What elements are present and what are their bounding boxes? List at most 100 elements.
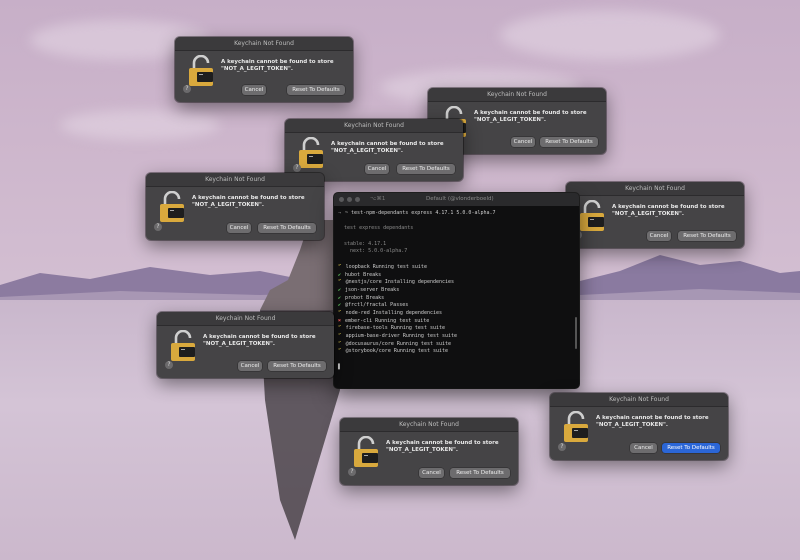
keychain-dialog: Keychain Not Found A keychain cannot be … <box>566 182 744 248</box>
dialog-title: Keychain Not Found <box>428 88 606 102</box>
cancel-button[interactable]: Cancel <box>419 468 444 478</box>
lock-icon <box>580 200 604 231</box>
dialog-message-line2: "NOT_A_LEGIT_TOKEN". <box>203 341 275 347</box>
terminal-window[interactable]: ⌥⌘1 Default (@vlonderboeld) → ~ test-npm-… <box>334 193 579 388</box>
terminal-line: ⠋ @nestjs/core Installing dependencies <box>338 279 573 287</box>
help-button[interactable]: ? <box>558 443 566 451</box>
help-button[interactable]: ? <box>293 164 301 172</box>
terminal-line-text: node-red Installing dependencies <box>345 309 442 316</box>
dialog-title: Keychain Not Found <box>157 312 334 326</box>
keychain-dialog: Keychain Not Found A keychain cannot be … <box>146 173 324 240</box>
terminal-line: → ~ test-npm-dependants express 4.17.1 5.… <box>338 210 573 218</box>
lock-icon <box>160 191 184 222</box>
reset-to-defaults-button[interactable]: Reset To Defaults <box>662 443 720 453</box>
dialog-message: A keychain cannot be found to store "NOT… <box>474 110 587 124</box>
dialog-title: Keychain Not Found <box>550 393 728 407</box>
dialog-message: A keychain cannot be found to store "NOT… <box>192 195 305 209</box>
dialog-message-line1: A keychain cannot be found to store <box>331 141 444 147</box>
cancel-button[interactable]: Cancel <box>242 85 266 95</box>
dialog-title: Keychain Not Found <box>566 182 744 196</box>
terminal-line-text: @nestjs/core Installing dependencies <box>345 279 455 286</box>
dialog-message: A keychain cannot be found to store "NOT… <box>596 415 709 429</box>
terminal-scrollbar[interactable] <box>575 317 577 349</box>
cancel-button[interactable]: Cancel <box>365 164 389 174</box>
terminal-line-status-icon: → <box>338 210 342 216</box>
terminal-line-text: ~ test-npm-dependants express 4.17.1 5.0… <box>345 210 496 216</box>
terminal-line-text: ember-cli Running test suite <box>345 317 430 324</box>
dialog-message: A keychain cannot be found to store "NOT… <box>386 440 499 454</box>
terminal-titlebar[interactable]: ⌥⌘1 Default (@vlonderboeld) <box>334 193 579 206</box>
terminal-title: Default (@vlonderboeld) <box>426 196 494 202</box>
terminal-line-status-icon: ✖ <box>338 317 342 324</box>
terminal-tab-shortcut[interactable]: ⌥⌘1 <box>370 193 385 206</box>
terminal-line-text: json-server Breaks <box>345 286 400 293</box>
help-button[interactable]: ? <box>154 223 162 231</box>
reset-to-defaults-button[interactable]: Reset To Defaults <box>397 164 455 174</box>
cancel-button[interactable]: Cancel <box>647 231 671 241</box>
dialog-message-line1: A keychain cannot be found to store <box>221 59 334 65</box>
lock-icon <box>189 55 213 86</box>
terminal-line-text: hubot Breaks <box>345 271 382 278</box>
terminal-line: ⠋ loopback Running test suite <box>338 264 573 272</box>
cancel-button[interactable]: Cancel <box>227 223 251 233</box>
terminal-line: ✔ @frctl/fractal Passes <box>338 302 573 310</box>
terminal-line-text: @storybook/core Running test suite <box>345 348 449 355</box>
dialog-message-line2: "NOT_A_LEGIT_TOKEN". <box>596 422 668 428</box>
terminal-line-status-icon: ✔ <box>338 271 342 278</box>
dialog-title: Keychain Not Found <box>146 173 324 187</box>
reset-to-defaults-button[interactable]: Reset To Defaults <box>450 468 510 478</box>
zoom-window-icon[interactable] <box>355 197 360 202</box>
wallpaper-cloud <box>60 110 220 140</box>
cancel-button[interactable]: Cancel <box>511 137 535 147</box>
terminal-line: ⠋ @storybook/core Running test suite <box>338 348 573 356</box>
lock-icon <box>564 411 588 442</box>
terminal-line-text: @frctl/fractal Passes <box>345 302 409 309</box>
keychain-dialog: Keychain Not Found A keychain cannot be … <box>285 119 463 181</box>
terminal-line: test express dependants <box>338 225 573 233</box>
dialog-message: A keychain cannot be found to store "NOT… <box>203 334 316 348</box>
dialog-message-line2: "NOT_A_LEGIT_TOKEN". <box>221 66 293 72</box>
dialog-message-line1: A keychain cannot be found to store <box>612 204 725 210</box>
help-button[interactable]: ? <box>348 468 356 476</box>
help-button[interactable]: ? <box>183 85 191 93</box>
reset-to-defaults-button[interactable]: Reset To Defaults <box>268 361 326 371</box>
terminal-line-status-icon: ✔ <box>338 302 342 309</box>
close-window-icon[interactable] <box>339 197 344 202</box>
dialog-message-line1: A keychain cannot be found to store <box>386 440 499 446</box>
terminal-line-text: stable: 4.17.1 <box>338 240 387 247</box>
terminal-line-text: appium-base-driver Running test suite <box>345 333 458 339</box>
terminal-line-status-icon: ✔ <box>338 294 342 301</box>
minimize-window-icon[interactable] <box>347 197 352 202</box>
help-button[interactable]: ? <box>165 361 173 369</box>
terminal-output[interactable]: → ~ test-npm-dependants express 4.17.1 5.… <box>338 210 573 384</box>
terminal-line-status-icon: ⠋ <box>338 263 342 270</box>
dialog-message-line1: A keychain cannot be found to store <box>596 415 709 421</box>
terminal-line-text: next: 5.0.0-alpha.7 <box>338 248 408 255</box>
lock-icon <box>299 137 323 168</box>
cancel-button[interactable]: Cancel <box>630 443 657 453</box>
terminal-line-status-icon: ⠋ <box>338 279 342 286</box>
dialog-title: Keychain Not Found <box>175 37 353 51</box>
terminal-line: next: 5.0.0-alpha.7 <box>338 248 573 256</box>
terminal-line: ✔ json-server Breaks <box>338 287 573 295</box>
terminal-line: ⠋ @docusaurus/core Running test suite <box>338 341 573 349</box>
reset-to-defaults-button[interactable]: Reset To Defaults <box>678 231 736 241</box>
dialog-message: A keychain cannot be found to store "NOT… <box>331 141 444 155</box>
terminal-line: ✔ probot Breaks <box>338 295 573 303</box>
reset-to-defaults-button[interactable]: Reset To Defaults <box>540 137 598 147</box>
keychain-dialog: Keychain Not Found A keychain cannot be … <box>157 312 334 378</box>
dialog-message: A keychain cannot be found to store "NOT… <box>612 204 725 218</box>
lock-icon <box>354 436 378 467</box>
terminal-line: stable: 4.17.1 <box>338 241 573 249</box>
terminal-line: ▋ <box>338 364 573 372</box>
cancel-button[interactable]: Cancel <box>238 361 262 371</box>
reset-to-defaults-button[interactable]: Reset To Defaults <box>287 85 345 95</box>
terminal-line-text: @docusaurus/core Running test suite <box>345 340 452 347</box>
dialog-title: Keychain Not Found <box>340 418 518 432</box>
terminal-line: ⠋ appium-base-driver Running test suite <box>338 333 573 341</box>
dialog-message-line2: "NOT_A_LEGIT_TOKEN". <box>331 148 403 154</box>
reset-to-defaults-button[interactable]: Reset To Defaults <box>258 223 316 233</box>
